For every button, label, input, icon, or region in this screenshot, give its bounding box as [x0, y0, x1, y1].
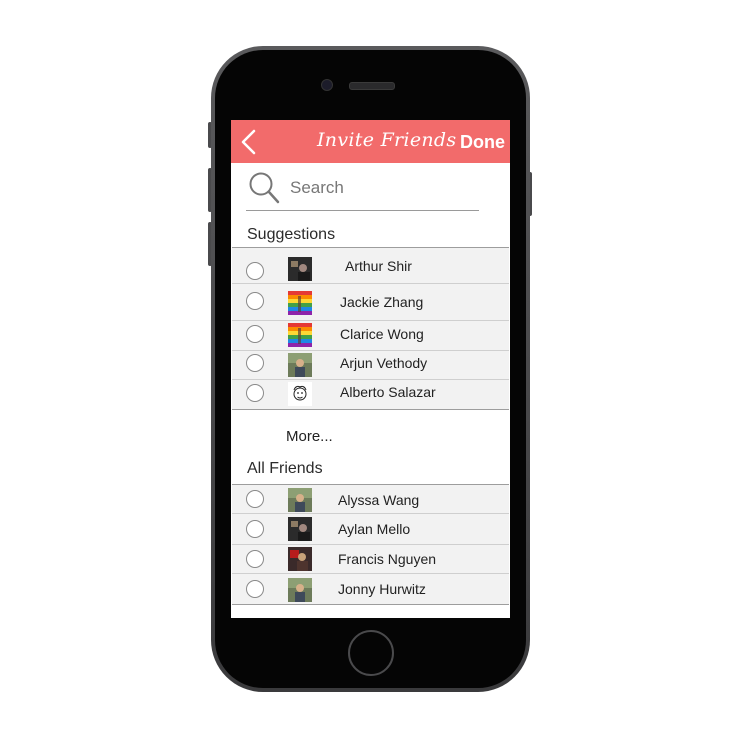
sketch-face-icon [288, 382, 312, 406]
select-radio[interactable] [246, 262, 264, 280]
page-title: Invite Friends [317, 129, 457, 151]
app-screen: Invite Friends Done Suggestions Arthur S… [231, 120, 510, 618]
select-radio[interactable] [246, 580, 264, 598]
select-radio[interactable] [246, 325, 264, 343]
all-friends-list: Alyssa Wang Aylan Mello Francis Nguyen Jonn… [232, 484, 509, 605]
photo-dark-icon [288, 517, 312, 541]
search-bar[interactable] [246, 168, 479, 211]
suggestions-list: Arthur Shir Jackie Zhang Clarice Wong Arjun… [232, 247, 509, 410]
friend-name: Arthur Shir [345, 258, 412, 274]
back-chevron-icon[interactable] [239, 129, 259, 155]
rainbow-flag-photo-icon [288, 323, 312, 347]
friend-name: Jackie Zhang [340, 294, 424, 310]
front-camera [321, 79, 333, 91]
friend-name: Arjun Vethody [340, 355, 428, 371]
friend-row[interactable]: Alberto Salazar [232, 380, 509, 409]
select-radio[interactable] [246, 292, 264, 310]
friend-name: Clarice Wong [340, 326, 424, 342]
select-radio[interactable] [246, 354, 264, 372]
photo-dark-icon [288, 257, 312, 281]
friend-name: Francis Nguyen [338, 551, 437, 567]
friend-name: Jonny Hurwitz [338, 581, 426, 597]
friend-row[interactable]: Aylan Mello [232, 514, 509, 545]
person-photo-icon [288, 578, 312, 602]
earpiece-speaker [349, 82, 395, 90]
friend-row[interactable]: Francis Nguyen [232, 545, 509, 574]
person-photo-icon [288, 488, 312, 512]
friend-name: Alyssa Wang [338, 492, 420, 508]
home-button[interactable] [348, 630, 394, 676]
select-radio[interactable] [246, 520, 264, 538]
more-link[interactable]: More... [286, 428, 333, 445]
all-friends-header: All Friends [247, 460, 323, 477]
photo-red-icon [288, 547, 312, 571]
friend-row[interactable]: Jonny Hurwitz [232, 574, 509, 604]
friend-row[interactable]: Clarice Wong [232, 321, 509, 351]
rainbow-flag-photo-icon [288, 291, 312, 315]
friend-row[interactable]: Arjun Vethody [232, 351, 509, 380]
nav-bar: Invite Friends Done [231, 120, 510, 163]
select-radio[interactable] [246, 490, 264, 508]
select-radio[interactable] [246, 384, 264, 402]
friend-row[interactable]: Jackie Zhang [232, 284, 509, 321]
search-input[interactable] [290, 176, 470, 200]
search-icon [249, 172, 280, 204]
friend-row[interactable]: Alyssa Wang [232, 485, 509, 514]
person-photo-icon [288, 353, 312, 377]
friend-name: Alberto Salazar [340, 384, 436, 400]
friend-name: Aylan Mello [338, 521, 411, 537]
select-radio[interactable] [246, 550, 264, 568]
suggestions-header: Suggestions [247, 226, 336, 243]
done-button[interactable]: Done [460, 132, 505, 153]
friend-row[interactable]: Arthur Shir [232, 248, 509, 284]
